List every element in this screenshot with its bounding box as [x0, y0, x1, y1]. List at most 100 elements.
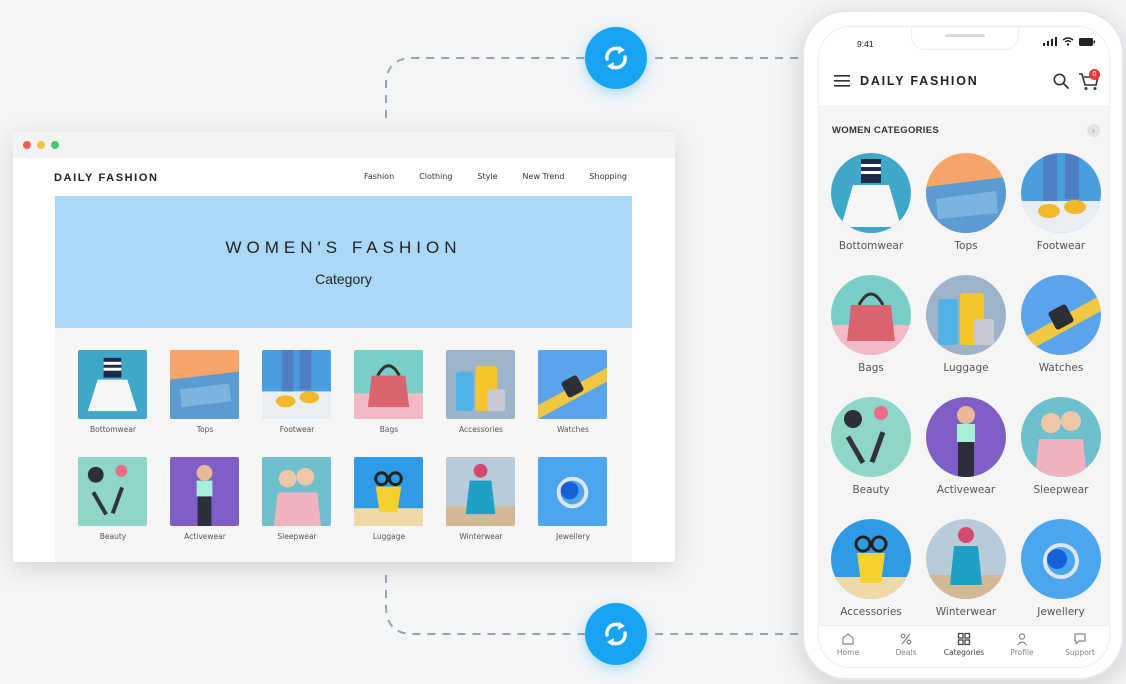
user-icon: [1017, 633, 1027, 646]
mobile-category-jewellery[interactable]: Jewellery: [1015, 519, 1107, 618]
search-icon[interactable]: [1053, 73, 1069, 89]
sync-illustration: DAILY FASHION Fashion Clothing Style New…: [0, 0, 1126, 684]
watches-image: [538, 350, 607, 419]
sync-icon: [605, 622, 627, 646]
watches-image: [1021, 275, 1101, 355]
hero-subtitle: Category: [315, 271, 372, 287]
mobile-phone-frame: 9:41 DAILY FASHION 0 WOMEN CATEGORIES ›: [802, 10, 1124, 680]
category-label: Accessories: [840, 606, 902, 618]
category-label: Bottomwear: [838, 240, 904, 252]
sleepwear-image: [1021, 397, 1101, 477]
category-tile-luggage[interactable]: Luggage: [354, 457, 424, 541]
mobile-category-activewear[interactable]: Activewear: [920, 397, 1012, 496]
home-icon: [842, 633, 854, 645]
winterwear-image: [446, 457, 515, 526]
sync-icon-top: [585, 27, 647, 89]
site-nav: Fashion Clothing Style New Trend Shoppin…: [364, 172, 627, 181]
sync-icon-bottom: [585, 603, 647, 665]
site-content: WOMEN'S FASHION Category Bottomwear Tops…: [55, 196, 632, 562]
app-title: DAILY FASHION: [860, 74, 979, 88]
chevron-right-icon[interactable]: ›: [1087, 124, 1100, 137]
category-label: Footwear: [279, 425, 315, 434]
percent-icon: [900, 633, 912, 645]
luggage-image: [926, 275, 1006, 355]
category-label: Tops: [954, 240, 978, 252]
tab-home[interactable]: Home: [819, 626, 877, 667]
tab-label: Home: [836, 648, 860, 657]
hero-banner: WOMEN'S FASHION Category: [55, 196, 632, 328]
site-logo[interactable]: DAILY FASHION: [54, 172, 159, 184]
footwear-image: [262, 350, 331, 419]
minimize-dot-icon[interactable]: [37, 141, 45, 149]
luggage-image: [354, 457, 423, 526]
mobile-screen: 9:41 DAILY FASHION 0 WOMEN CATEGORIES ›: [818, 26, 1110, 668]
bags-image: [354, 350, 423, 419]
category-tile-tops[interactable]: Tops: [170, 350, 240, 434]
phone-notch: [911, 27, 1019, 50]
mobile-category-bags[interactable]: Bags: [825, 275, 917, 374]
tab-profile[interactable]: Profile: [993, 626, 1051, 667]
category-tile-winterwear[interactable]: Winterwear: [446, 457, 516, 541]
mobile-category-watches[interactable]: Watches: [1015, 275, 1107, 374]
menu-icon[interactable]: [834, 74, 850, 88]
category-label: Tops: [196, 425, 214, 434]
category-label: Bags: [858, 362, 884, 374]
maximize-dot-icon[interactable]: [51, 141, 59, 149]
close-dot-icon[interactable]: [23, 141, 31, 149]
nav-link-fashion[interactable]: Fashion: [364, 172, 394, 181]
category-label: Activewear: [936, 484, 996, 496]
mobile-category-beauty[interactable]: Beauty: [825, 397, 917, 496]
signal-icon: [1043, 37, 1057, 46]
wifi-icon: [1062, 37, 1074, 46]
bottomwear-image: [78, 350, 147, 419]
bottom-tab-bar: Home Deals Categories Profile Support: [819, 625, 1109, 667]
tab-deals[interactable]: Deals: [877, 626, 935, 667]
mobile-category-sleepwear[interactable]: Sleepwear: [1015, 397, 1107, 496]
mobile-category-accessories[interactable]: Accessories: [825, 519, 917, 618]
category-label: Footwear: [1036, 240, 1086, 252]
cart-count-badge: 0: [1089, 69, 1100, 80]
category-label: Luggage: [943, 362, 989, 374]
mobile-category-winterwear[interactable]: Winterwear: [920, 519, 1012, 618]
beauty-image: [831, 397, 911, 477]
category-label: Luggage: [372, 532, 406, 541]
activewear-image: [170, 457, 239, 526]
nav-link-clothing[interactable]: Clothing: [419, 172, 452, 181]
tab-categories[interactable]: Categories: [935, 626, 993, 667]
tab-label: Profile: [1010, 648, 1034, 657]
status-time: 9:41: [857, 39, 874, 49]
activewear-image: [926, 397, 1006, 477]
category-tile-watches[interactable]: Watches: [538, 350, 608, 434]
mobile-category-bottomwear[interactable]: Bottomwear: [825, 153, 917, 252]
winterwear-image: [926, 519, 1006, 599]
category-label: Sleepwear: [1033, 484, 1089, 496]
desktop-browser-window: DAILY FASHION Fashion Clothing Style New…: [13, 132, 675, 562]
tops-image: [926, 153, 1006, 233]
nav-link-shopping[interactable]: Shopping: [589, 172, 627, 181]
category-tile-bags[interactable]: Bags: [354, 350, 424, 434]
app-header: DAILY FASHION 0: [819, 57, 1109, 105]
category-tile-jewellery[interactable]: Jewellery: [538, 457, 608, 541]
section-title: WOMEN CATEGORIES: [832, 125, 940, 136]
nav-link-new-trend[interactable]: New Trend: [523, 172, 565, 181]
category-tile-footwear[interactable]: Footwear: [262, 350, 332, 434]
mobile-category-footwear[interactable]: Footwear: [1015, 153, 1107, 252]
category-tile-beauty[interactable]: Beauty: [78, 457, 148, 541]
accessories-image: [446, 350, 515, 419]
sleepwear-image: [262, 457, 331, 526]
category-tile-bottomwear[interactable]: Bottomwear: [78, 350, 148, 434]
footwear-image: [1021, 153, 1101, 233]
mobile-category-luggage[interactable]: Luggage: [920, 275, 1012, 374]
nav-link-style[interactable]: Style: [477, 172, 497, 181]
tab-label: Categories: [943, 648, 985, 657]
beauty-image: [78, 457, 147, 526]
category-label: Winterwear: [459, 532, 503, 541]
mobile-category-tops[interactable]: Tops: [920, 153, 1012, 252]
bottomwear-image: [831, 153, 911, 233]
category-tile-sleepwear[interactable]: Sleepwear: [262, 457, 332, 541]
accessories-image: [831, 519, 911, 599]
category-tile-activewear[interactable]: Activewear: [170, 457, 240, 541]
category-tile-accessories[interactable]: Accessories: [446, 350, 516, 434]
tab-support[interactable]: Support: [1051, 626, 1109, 667]
bags-image: [831, 275, 911, 355]
